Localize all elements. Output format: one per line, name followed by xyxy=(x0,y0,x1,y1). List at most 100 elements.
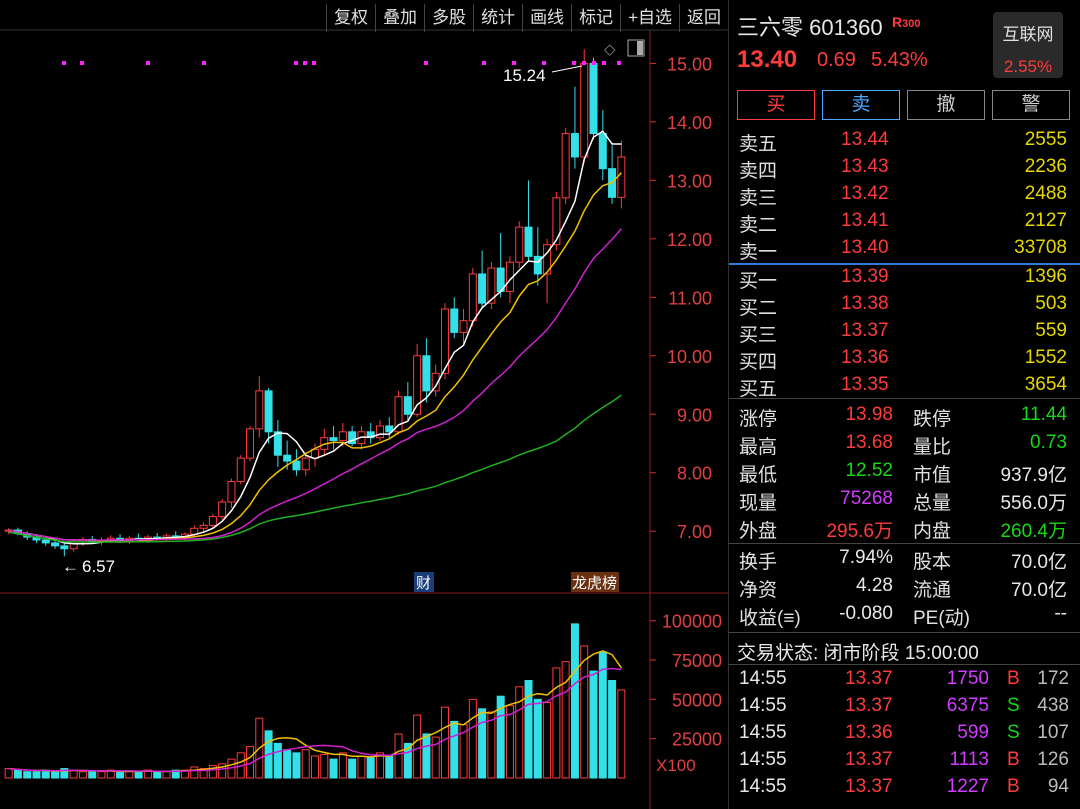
stat-label: 量比 xyxy=(913,437,952,458)
tick-side: B xyxy=(1007,749,1020,770)
signal-dot xyxy=(512,61,516,65)
asks-row[interactable]: 卖四 13.43 2236 xyxy=(729,156,1080,182)
buy-button[interactable]: 买 xyxy=(737,90,815,120)
asks-label: 卖五 xyxy=(739,134,778,155)
price-change: 0.69 xyxy=(817,49,856,71)
candle xyxy=(246,425,255,462)
tick-row[interactable]: 14:55 13.37 1750 B 172 xyxy=(729,668,1080,694)
volume-bar xyxy=(320,753,329,779)
trade-status: 交易状态: 闭市阶段 15:00:00 xyxy=(737,643,979,664)
tick-volume: 1113 xyxy=(949,749,989,770)
volume-bar xyxy=(329,758,338,779)
volume-bar xyxy=(348,758,357,779)
price-alert-button[interactable]: 警 xyxy=(992,90,1070,120)
tick-row[interactable]: 14:55 13.37 1227 B 94 xyxy=(729,776,1080,802)
candle xyxy=(552,192,561,251)
bids-row[interactable]: 买二 13.38 503 xyxy=(729,293,1080,319)
kline-chart[interactable]: 15.00 14.00 13.00 12.00 11.00 10.00 9.00 8.00 7.… xyxy=(0,0,728,809)
signal-dot xyxy=(202,61,206,65)
orderbook-divider xyxy=(729,263,1080,265)
volume-bar xyxy=(580,645,589,779)
signal-dot xyxy=(303,61,307,65)
candle xyxy=(348,425,357,447)
stat-value: -- xyxy=(1054,603,1067,624)
bids-volume: 503 xyxy=(1035,293,1067,314)
bids-row[interactable]: 买三 13.37 559 xyxy=(729,320,1080,346)
bids-label: 买四 xyxy=(739,352,778,373)
asks-row[interactable]: 卖二 13.41 2127 xyxy=(729,210,1080,236)
toolbar-btn-6[interactable]: +自选 xyxy=(620,4,679,32)
kline-chart-area[interactable]: 15.00 14.00 13.00 12.00 11.00 10.00 9.00 8.00 7.… xyxy=(0,0,728,809)
bids-volume: 1396 xyxy=(1024,266,1067,287)
candle xyxy=(292,449,301,476)
tick-price: 13.37 xyxy=(845,695,893,716)
tick-count: 172 xyxy=(1037,668,1069,689)
asks-price: 13.42 xyxy=(841,183,889,204)
toolbar-btn-3[interactable]: 统计 xyxy=(473,4,522,32)
candle xyxy=(589,57,598,140)
volume-bar xyxy=(552,667,561,779)
bids-price: 13.36 xyxy=(841,347,889,368)
volume-bar xyxy=(134,771,143,779)
asks-row[interactable]: 卖三 13.42 2488 xyxy=(729,183,1080,209)
volume-bar xyxy=(292,752,301,779)
vol-tick-label: 100000 xyxy=(662,612,722,632)
candle xyxy=(570,86,579,169)
bids-row[interactable]: 买四 13.36 1552 xyxy=(729,347,1080,373)
low-arrow-icon: ← xyxy=(62,557,79,576)
sell-button[interactable]: 卖 xyxy=(822,90,900,120)
bids-volume: 3654 xyxy=(1024,374,1067,395)
candle xyxy=(515,221,524,269)
price-tick-label: 15.00 xyxy=(667,54,712,74)
stat-value: 295.6万 xyxy=(826,521,893,542)
tick-row[interactable]: 14:55 13.37 1113 B 126 xyxy=(729,749,1080,775)
candle xyxy=(533,227,542,286)
cancel-order-button[interactable]: 撤 xyxy=(907,90,985,120)
stats-row: 收益(≡) -0.080 PE(动) -- xyxy=(729,603,1080,629)
volume-bar xyxy=(440,706,449,779)
tick-row[interactable]: 14:55 13.36 599 S 107 xyxy=(729,722,1080,748)
bids-label: 买三 xyxy=(739,325,778,346)
bids-volume: 559 xyxy=(1035,320,1067,341)
toolbar-btn-7[interactable]: 返回 xyxy=(679,4,728,32)
quote-panel: 三六零 601360 R300 13.40 0.69 5.43% 互联网 2.5… xyxy=(728,0,1080,809)
stat-value: 7.94% xyxy=(839,547,893,568)
tick-volume: 1750 xyxy=(946,668,989,689)
stat-label: 流通 xyxy=(913,580,952,601)
signal-dot xyxy=(617,61,621,65)
toolbar-btn-0[interactable]: 复权 xyxy=(326,4,375,32)
signal-dot xyxy=(312,61,316,65)
stats-row: 最高 13.68 量比 0.73 xyxy=(729,432,1080,458)
asks-row[interactable]: 卖五 13.44 2555 xyxy=(729,129,1080,155)
bids-label: 买一 xyxy=(739,271,778,292)
tick-price: 13.37 xyxy=(845,749,893,770)
tick-row[interactable]: 14:55 13.37 6375 S 438 xyxy=(729,695,1080,721)
toolbar-btn-5[interactable]: 标记 xyxy=(571,4,620,32)
tick-count: 107 xyxy=(1037,722,1069,743)
stat-label: 最低 xyxy=(739,465,778,486)
tick-time: 14:55 xyxy=(739,695,787,716)
bids-row[interactable]: 买一 13.39 1396 xyxy=(729,266,1080,292)
price-tick-label: 9.00 xyxy=(677,405,712,425)
diamond-icon[interactable]: ◇ xyxy=(604,40,616,58)
asks-price: 13.44 xyxy=(841,129,889,150)
candle xyxy=(478,250,487,309)
volume-bar xyxy=(4,768,13,779)
toolbar-btn-2[interactable]: 多股 xyxy=(424,4,473,32)
stat-label: 市值 xyxy=(913,465,952,486)
stat-value: 13.98 xyxy=(845,404,893,425)
stat-label: 净资 xyxy=(739,580,778,601)
sector-box[interactable]: 互联网 2.55% xyxy=(993,12,1063,78)
stat-label: 股本 xyxy=(913,552,952,573)
candle xyxy=(598,110,607,181)
bids-row[interactable]: 买五 13.35 3654 xyxy=(729,374,1080,400)
asks-label: 卖三 xyxy=(739,188,778,209)
asks-row[interactable]: 卖一 13.40 33708 xyxy=(729,237,1080,263)
price-tick-label: 12.00 xyxy=(667,230,712,250)
toolbar-btn-4[interactable]: 画线 xyxy=(522,4,571,32)
stat-value: 12.52 xyxy=(845,460,893,481)
tick-price: 13.37 xyxy=(845,776,893,797)
toolbar-btn-1[interactable]: 叠加 xyxy=(375,4,424,32)
bids-label: 买五 xyxy=(739,379,778,400)
candle xyxy=(366,423,375,444)
